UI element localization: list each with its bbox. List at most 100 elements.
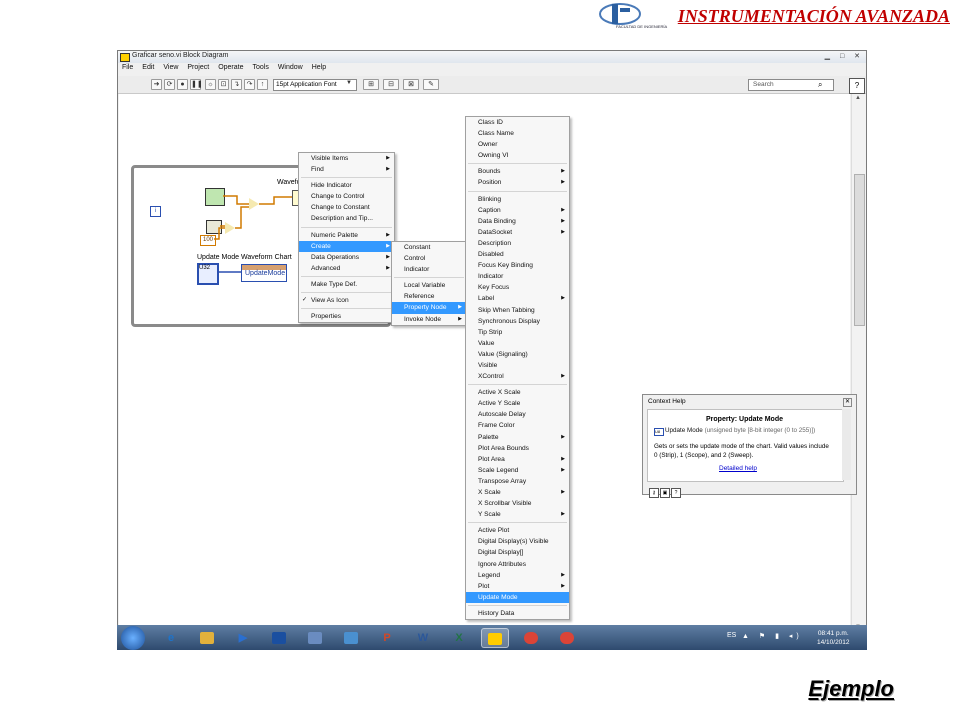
clock[interactable]: 08:41 p.m. 14/10/2012 <box>817 629 850 647</box>
menu-item[interactable]: Find <box>299 164 394 175</box>
ie-icon[interactable]: e <box>157 628 185 648</box>
menu-item[interactable]: Key Focus <box>466 282 569 293</box>
menu-item[interactable]: Control <box>392 253 466 264</box>
menu-item[interactable]: Synchronous Display <box>466 316 569 327</box>
scroll-up-icon[interactable]: ▲ <box>855 95 861 101</box>
menu-project[interactable]: Project <box>187 64 209 71</box>
menu-item[interactable]: Property Node <box>392 302 466 314</box>
chrome-icon-2[interactable] <box>553 628 581 648</box>
menu-file[interactable]: File <box>122 64 133 71</box>
menu-item[interactable]: Constant <box>392 242 466 253</box>
save-icon[interactable] <box>265 628 293 648</box>
step-over-icon[interactable]: ↷ <box>244 79 255 90</box>
menu-item[interactable]: Create <box>299 240 394 252</box>
menu-item[interactable]: Ignore Attributes <box>466 559 569 570</box>
close-icon[interactable]: ✕ <box>843 398 852 407</box>
menu-window[interactable]: Window <box>278 64 303 71</box>
word-icon[interactable]: W <box>409 628 437 648</box>
menu-item[interactable]: Owning VI <box>466 150 569 161</box>
window-controls[interactable]: ▁ □ ✕ <box>825 52 864 60</box>
menu-item[interactable]: Bounds <box>466 166 569 177</box>
lock-icon[interactable]: ⚷ <box>649 488 659 498</box>
retain-wire-values-icon[interactable]: ⊡ <box>218 79 229 90</box>
menu-tools[interactable]: Tools <box>252 64 268 71</box>
menu-item[interactable]: Y Scale <box>466 509 569 520</box>
menu-item[interactable]: Invoke Node <box>392 314 466 325</box>
menu-help[interactable]: Help <box>312 64 326 71</box>
menu-item[interactable]: Advanced <box>299 263 394 274</box>
media-icon[interactable]: ▶ <box>229 628 257 648</box>
help-icon[interactable]: ? <box>671 488 681 498</box>
scrollbar-thumb[interactable] <box>854 174 865 326</box>
menu-item[interactable]: Data Operations <box>299 252 394 263</box>
run-arrow-icon[interactable]: ➜ <box>151 79 162 90</box>
align-objects-icon[interactable]: ⊞ <box>363 79 379 90</box>
menu-item[interactable]: Visible Items <box>299 153 394 164</box>
font-select[interactable]: 15pt Application Font <box>273 79 357 91</box>
menu-item[interactable]: Position <box>466 177 569 188</box>
highlight-execution-icon[interactable]: ☼ <box>205 79 216 90</box>
menu-item[interactable]: Numeric Palette <box>299 230 394 241</box>
explorer-icon[interactable] <box>193 628 221 648</box>
menu-edit[interactable]: Edit <box>142 64 154 71</box>
menu-item[interactable]: Legend <box>466 570 569 581</box>
menu-item[interactable]: Value <box>466 338 569 349</box>
menu-item[interactable]: X Scale <box>466 487 569 498</box>
menu-item[interactable]: Active X Scale <box>466 387 569 398</box>
menu-item[interactable]: Disabled <box>466 249 569 260</box>
language-indicator[interactable]: ES <box>727 632 736 639</box>
menu-item[interactable]: XControl <box>466 371 569 382</box>
menu-view[interactable]: View <box>163 64 178 71</box>
menu-item[interactable]: Caption <box>466 205 569 216</box>
powerpoint-icon[interactable]: P <box>373 628 401 648</box>
reorder-icon[interactable]: ⊠ <box>403 79 419 90</box>
menu-item[interactable]: Digital Display[] <box>466 547 569 558</box>
menu-item[interactable]: Change to Constant <box>299 202 394 213</box>
menu-item[interactable]: Plot Area Bounds <box>466 443 569 454</box>
menu-item[interactable]: Autoscale Delay <box>466 409 569 420</box>
menu-item[interactable]: Transpose Array <box>466 476 569 487</box>
menu-item[interactable]: Digital Display(s) Visible <box>466 536 569 547</box>
start-button-icon[interactable] <box>121 626 145 650</box>
menu-item[interactable]: Owner <box>466 139 569 150</box>
search-icon[interactable]: ⌕ <box>818 80 822 90</box>
labview-active-icon[interactable] <box>481 628 509 648</box>
menu-item[interactable]: History Data <box>466 608 569 619</box>
menu-item[interactable]: ✓ View As Icon <box>299 295 394 306</box>
menu-operate[interactable]: Operate <box>218 64 243 71</box>
menu-item[interactable]: Indicator <box>466 271 569 282</box>
menu-item[interactable]: Description and Tip... <box>299 213 394 224</box>
menu-item[interactable]: Class ID <box>466 117 569 128</box>
menu-item[interactable]: Indicator <box>392 264 466 275</box>
pause-icon[interactable]: ❚❚ <box>190 79 203 90</box>
detailed-help-link[interactable]: Detailed help <box>719 465 757 472</box>
menu-item[interactable]: Active Y Scale <box>466 398 569 409</box>
step-out-icon[interactable]: ↑ <box>257 79 268 90</box>
menu-item[interactable]: Skip When Tabbing <box>466 305 569 316</box>
menu-item[interactable]: Class Name <box>466 128 569 139</box>
paint-icon[interactable] <box>337 628 365 648</box>
menu-item[interactable]: Value (Signaling) <box>466 349 569 360</box>
menu-item[interactable]: Frame Color <box>466 420 569 431</box>
tray-icons[interactable]: ▲ ⚑ ▮ ◂) <box>742 632 803 640</box>
run-continuous-icon[interactable]: ⟳ <box>164 79 175 90</box>
menu-item[interactable]: Tip Strip <box>466 327 569 338</box>
menu-item[interactable]: Scale Legend <box>466 465 569 476</box>
distribute-objects-icon[interactable]: ⊟ <box>383 79 399 90</box>
vi-hierarchy-icon[interactable]: ▣ <box>660 488 670 498</box>
menu-item[interactable]: Make Type Def. <box>299 279 394 290</box>
menu-item[interactable]: Active Plot <box>466 525 569 536</box>
menu-item[interactable]: X Scrollbar Visible <box>466 498 569 509</box>
menu-item[interactable]: Change to Control <box>299 191 394 202</box>
abort-icon[interactable]: ● <box>177 79 188 90</box>
menu-item[interactable]: Visible <box>466 360 569 371</box>
excel-icon[interactable]: X <box>445 628 473 648</box>
menu-item[interactable]: Plot Area <box>466 454 569 465</box>
menu-item[interactable]: Label <box>466 293 569 304</box>
menu-item[interactable]: Plot <box>466 581 569 592</box>
menu-item[interactable]: Data Binding <box>466 216 569 227</box>
labview-icon[interactable] <box>301 628 329 648</box>
step-into-icon[interactable]: ↴ <box>231 79 242 90</box>
cleanup-diagram-icon[interactable]: ✎ <box>423 79 439 90</box>
menu-item[interactable]: Hide Indicator <box>299 180 394 191</box>
